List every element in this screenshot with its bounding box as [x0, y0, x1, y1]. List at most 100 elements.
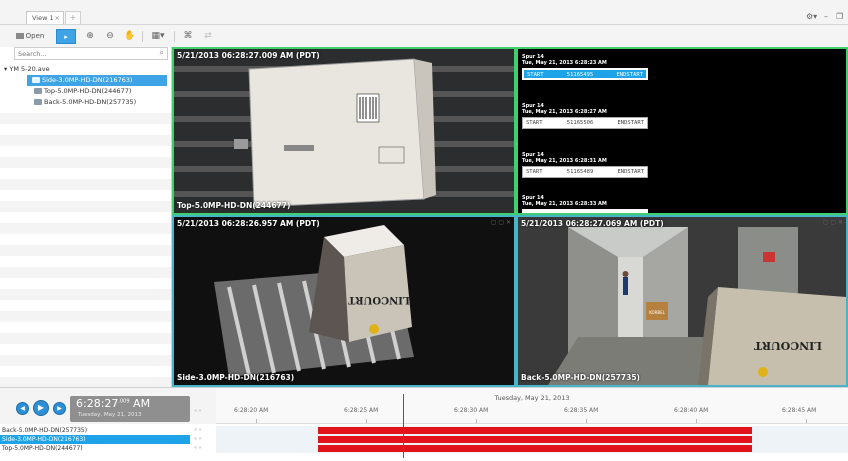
tab-view-1[interactable]: View 1 ×: [26, 11, 64, 24]
ruler-tick: [586, 419, 587, 423]
list-stripe: [0, 179, 171, 190]
ocr-readout[interactable]: START 51165495 ENDSTART: [522, 68, 648, 80]
ocr-code: 51165506: [566, 120, 594, 126]
track-label: Top-5.0MP-HD-DN(244677): [2, 445, 83, 452]
camera-label: Side-3.0MP-HD-DN(216763): [42, 76, 133, 84]
fullscreen-icon[interactable]: ⌘: [180, 29, 196, 44]
sidebar-item-side-camera[interactable]: Side-3.0MP-HD-DN(216763): [27, 75, 167, 86]
timeline-panel: ◀ ▶ ▶ 6:28:27.009 AM Tuesday, May 21, 20…: [0, 387, 848, 461]
expand-arrow-icon[interactable]: ▾: [4, 65, 7, 73]
list-stripe: [0, 267, 171, 278]
search-box: ⌕: [14, 47, 168, 60]
ruler-tick: [696, 419, 697, 423]
ocr-readout[interactable]: START 51165489 ENDSTART: [522, 166, 648, 178]
video-frame-side: LINCOURT: [174, 217, 514, 385]
restore-icon[interactable]: ❐: [836, 12, 843, 21]
video-frame-back: LINCOURT KORBEL: [518, 217, 846, 385]
ruler-tick: [366, 419, 367, 423]
track-nav-arrows[interactable]: « »: [194, 444, 202, 453]
tree-root-item[interactable]: ▾ YM 5-20.ave: [0, 64, 171, 75]
search-input[interactable]: [15, 48, 145, 59]
tick-label: 6:28:25 AM: [344, 407, 379, 414]
box-lettering: LINCOURT: [753, 339, 822, 352]
video-pane-side[interactable]: LINCOURT 5/21/2013 06:28:26.957 AM (PDT)…: [172, 215, 516, 387]
ocr-code: 51165495: [566, 72, 594, 78]
tab-label: View 1: [32, 14, 54, 22]
select-tool-button[interactable]: ▸: [56, 29, 76, 44]
ocr-start: START: [526, 120, 543, 126]
ocr-results-pane[interactable]: Spur 14 Tue, May 21, 2013 6:28:23 AM STA…: [516, 47, 848, 215]
ruler-tick: [476, 419, 477, 423]
ocr-end: ENDSTART: [616, 72, 644, 78]
track-label: Side-3.0MP-HD-DN(216763): [0, 435, 190, 444]
zoom-out-icon[interactable]: ⊖: [102, 29, 118, 44]
ruler-tick: [806, 419, 807, 423]
player-controls: ◀ ▶ ▶ 6:28:27.009 AM Tuesday, May 21, 20…: [0, 388, 216, 424]
camera-label: Top-5.0MP-HD-DN(244677): [44, 87, 132, 95]
current-time-ms: .009: [118, 398, 130, 405]
layout-grid-icon[interactable]: ▦▾: [148, 29, 168, 44]
camera-label: Back-5.0MP-HD-DN(257735): [44, 98, 137, 106]
timeline-nav-arrows[interactable]: « »: [194, 408, 202, 414]
box-lettering: LINCOURT: [348, 294, 410, 305]
pan-hand-icon[interactable]: ✋: [122, 29, 138, 44]
tab-close-icon[interactable]: ×: [55, 12, 60, 24]
pane-camera-name: Side-3.0MP-HD-DN(216763): [177, 373, 295, 382]
previous-frame-icon[interactable]: ◀: [16, 402, 29, 415]
playhead-cursor[interactable]: [403, 394, 404, 458]
current-time-display: 6:28:27.009 AM Tuesday, May 21, 2013: [70, 396, 190, 422]
camera-icon: [32, 77, 40, 83]
track-row[interactable]: Back-5.0MP-HD-DN(257735) « »: [0, 426, 848, 435]
time-ruler[interactable]: Tuesday, May 21, 2013 6:28:20 AM 6:28:25…: [216, 388, 848, 424]
recording-bar[interactable]: [318, 436, 752, 443]
toolbar-divider: [174, 31, 175, 42]
tick-label: 6:28:35 AM: [564, 407, 599, 414]
search-icon[interactable]: ⌕: [160, 48, 164, 58]
open-button[interactable]: Open: [10, 29, 50, 44]
list-stripe: [0, 355, 171, 366]
recording-bar[interactable]: [318, 427, 752, 434]
sidebar-item-top-camera[interactable]: Top-5.0MP-HD-DN(244677): [0, 86, 171, 97]
next-frame-icon[interactable]: ▶: [53, 402, 66, 415]
add-tab-button[interactable]: +: [65, 11, 81, 24]
zoom-in-icon[interactable]: ⊕: [82, 29, 98, 44]
ocr-date: Tue, May 21, 2013 6:28:33 AM: [522, 201, 607, 207]
ruler-tick: [256, 419, 257, 423]
ocr-start: START: [527, 72, 544, 78]
track-label: Back-5.0MP-HD-DN(257735): [2, 427, 88, 434]
camera-sidebar: ⌕ ▾ YM 5-20.ave Side-3.0MP-HD-DN(216763)…: [0, 47, 172, 387]
list-stripe: [0, 377, 171, 387]
ocr-date: Tue, May 21, 2013 6:28:27 AM: [522, 109, 607, 115]
ocr-entry: Spur 14 Tue, May 21, 2013 6:28:31 AM STA…: [522, 152, 652, 178]
track-nav-arrows[interactable]: « »: [194, 426, 202, 435]
pane-camera-name: Back-5.0MP-HD-DN(257735): [521, 373, 640, 382]
video-frame-top: [174, 49, 514, 213]
list-stripe: [0, 289, 171, 300]
sidebar-item-back-camera[interactable]: Back-5.0MP-HD-DN(257735): [0, 97, 171, 108]
pane-camera-name: Top-5.0MP-HD-DN(244677): [177, 201, 291, 210]
settings-icon[interactable]: ⚙▾: [806, 12, 817, 21]
track-nav-arrows[interactable]: « »: [194, 435, 202, 444]
pane-tools[interactable]: ▢ ▢ ✕: [823, 219, 843, 226]
ocr-code: 51165489: [566, 169, 594, 175]
camera-icon: [34, 88, 42, 94]
minimize-icon[interactable]: –: [824, 12, 828, 21]
ocr-date: Tue, May 21, 2013 6:28:23 AM: [522, 60, 607, 66]
pane-tools[interactable]: ▢ ▢ ✕: [491, 219, 511, 226]
recording-bar[interactable]: [318, 445, 752, 452]
sync-icon[interactable]: ⇄: [200, 29, 216, 44]
play-icon[interactable]: ▶: [33, 400, 49, 416]
current-time: 6:28:27.009 AM: [76, 397, 150, 410]
folder-icon: [15, 33, 24, 39]
video-pane-back[interactable]: LINCOURT KORBEL 5/21/2013 06:28:27.069 A…: [516, 215, 848, 387]
ruler-date: Tuesday, May 21, 2013: [494, 394, 570, 402]
ocr-readout-partial: [522, 209, 648, 213]
list-stripe: [0, 201, 171, 212]
video-pane-top[interactable]: 5/21/2013 06:28:27.009 AM (PDT) Top-5.0M…: [172, 47, 516, 215]
track-row[interactable]: Side-3.0MP-HD-DN(216763) « »: [0, 435, 848, 444]
ocr-readout[interactable]: START 51165506 ENDSTART: [522, 117, 648, 129]
open-label: Open: [25, 32, 45, 40]
track-row[interactable]: Top-5.0MP-HD-DN(244677) « »: [0, 444, 848, 453]
ocr-entry: Spur 14 Tue, May 21, 2013 6:28:23 AM STA…: [522, 54, 652, 80]
ocr-entry: Spur 14 Tue, May 21, 2013 6:28:33 AM: [522, 195, 652, 213]
